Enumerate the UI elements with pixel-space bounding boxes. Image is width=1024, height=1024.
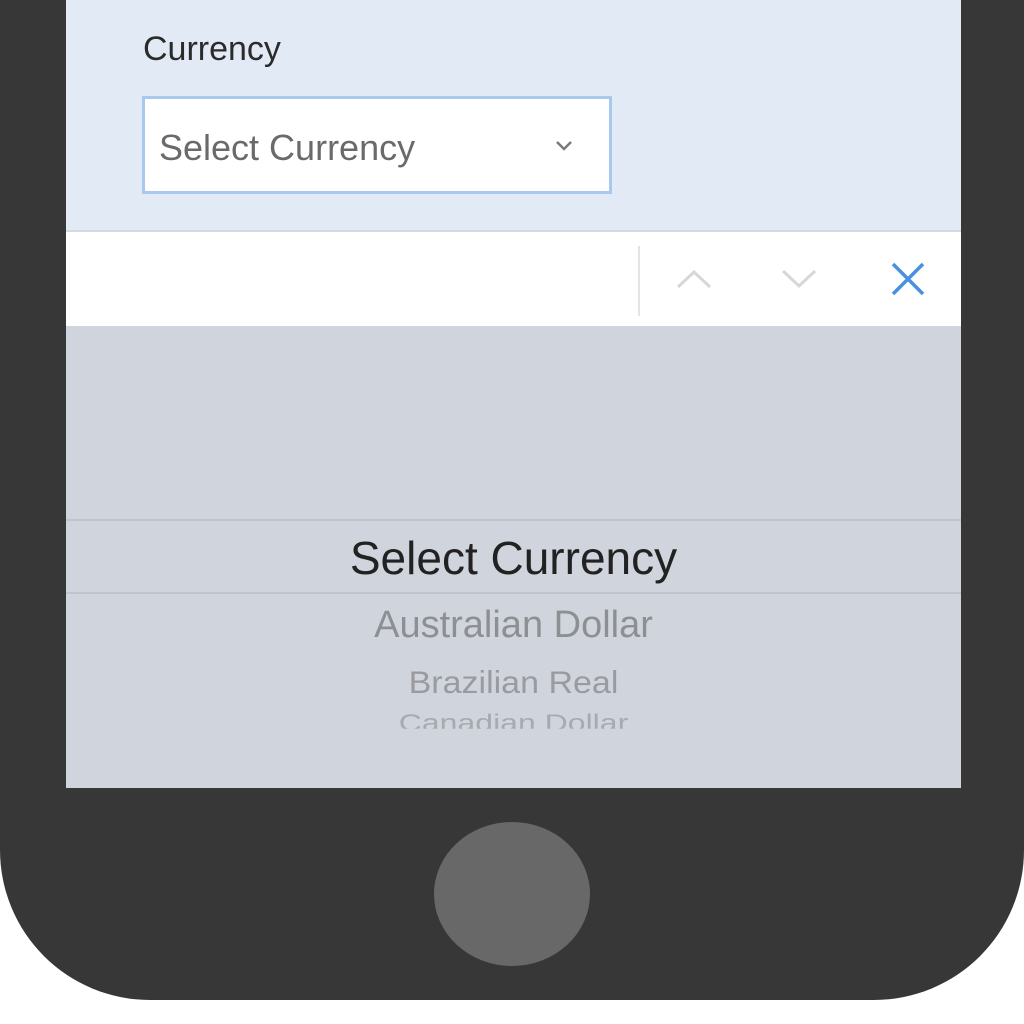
currency-select[interactable]: Select Currency — [142, 96, 612, 194]
picker-item-brazilian-real[interactable]: Brazilian Real — [66, 666, 961, 702]
form-section: Currency Select Currency — [66, 0, 961, 232]
currency-select-value: Select Currency — [159, 127, 416, 168]
phone-frame: Currency Select Currency Select Currency… — [0, 0, 1024, 1000]
selection-bottom-line — [66, 592, 961, 594]
picker-item-australian-dollar[interactable]: Australian Dollar — [66, 604, 961, 647]
chevron-down-icon — [781, 269, 817, 289]
next-field-button[interactable] — [774, 254, 824, 304]
picker-selected-item[interactable]: Select Currency — [66, 531, 961, 585]
previous-field-button[interactable] — [669, 254, 719, 304]
close-icon — [891, 262, 925, 296]
picker-item-canadian-dollar[interactable]: Canadian Dollar — [66, 709, 961, 729]
chevron-up-icon — [676, 269, 712, 289]
chevron-down-icon — [556, 141, 572, 151]
currency-label: Currency — [143, 30, 281, 68]
toolbar-divider — [638, 246, 640, 316]
picker-toolbar — [66, 232, 961, 326]
phone-screen: Currency Select Currency Select Currency… — [66, 0, 961, 788]
home-button[interactable] — [434, 822, 590, 966]
close-button[interactable] — [883, 254, 933, 304]
selection-top-line — [66, 519, 961, 521]
currency-picker-wheel[interactable]: Select Currency Australian Dollar Brazil… — [66, 326, 961, 788]
